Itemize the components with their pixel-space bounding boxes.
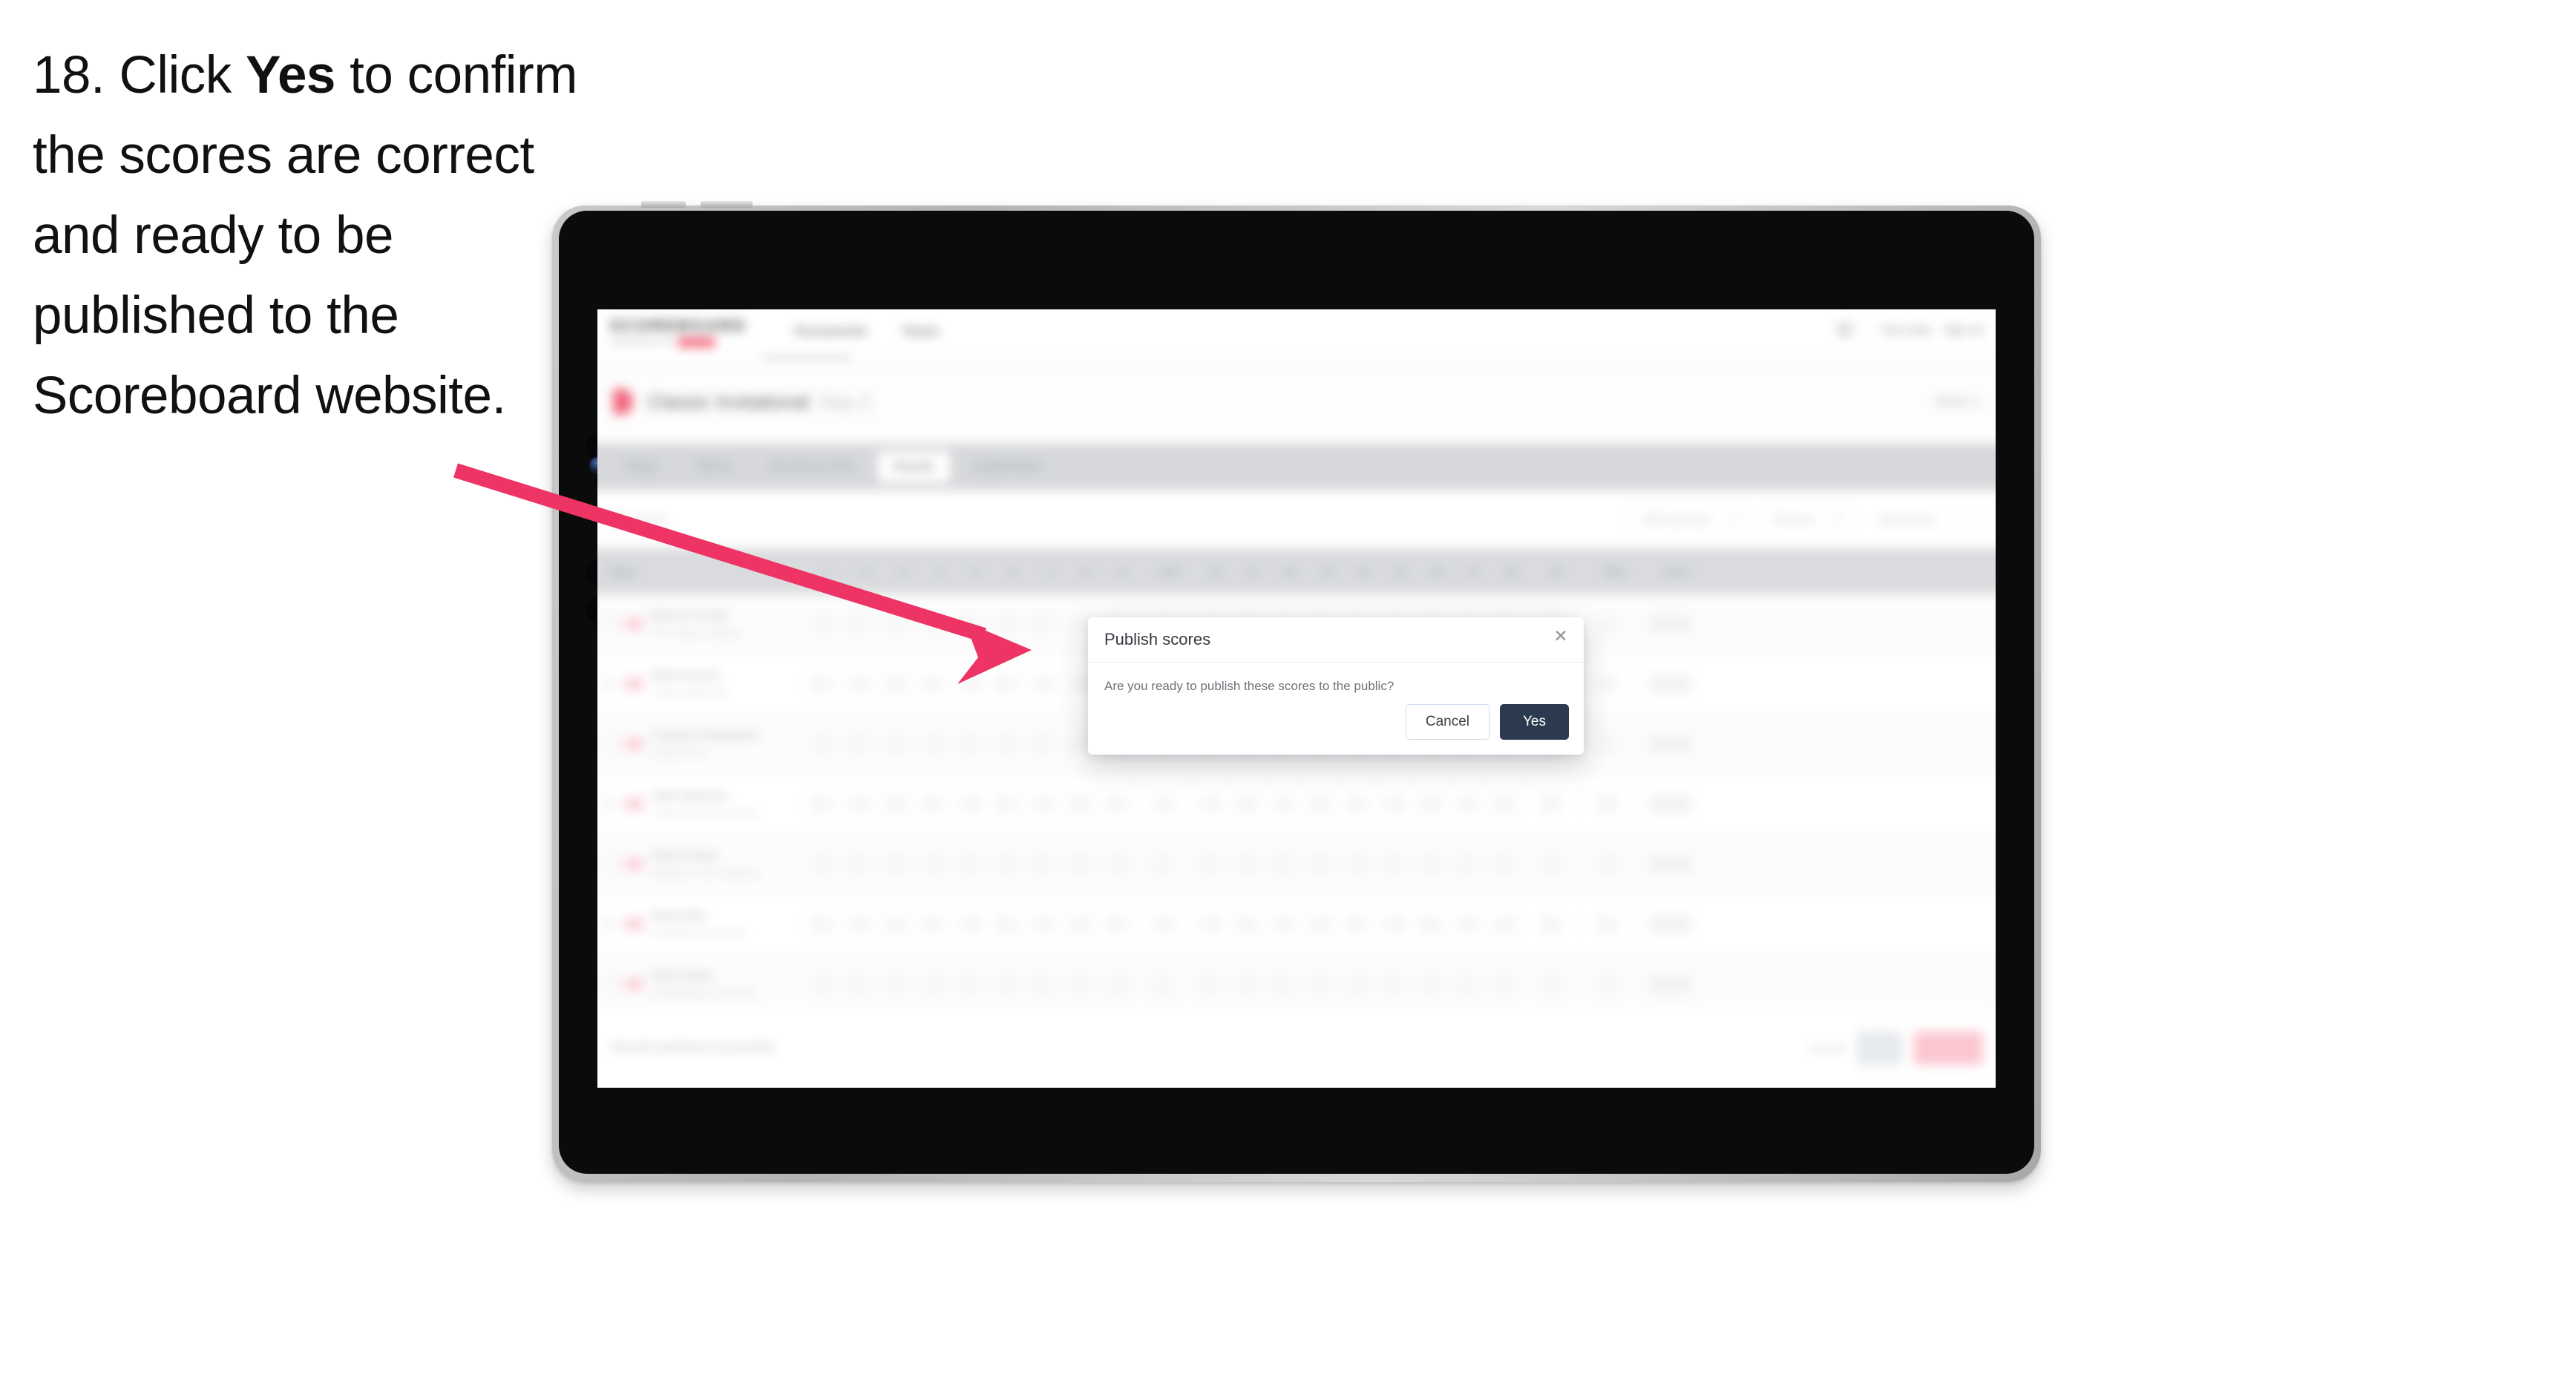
dialog-header: Publish scores ✕ [1088,617,1584,663]
dialog-body: Are you ready to publish these scores to… [1088,663,1584,694]
close-icon[interactable]: ✕ [1551,626,1570,646]
tablet-button-nub [701,201,753,208]
dialog-footer: Cancel Yes [1405,704,1569,740]
instruction-before-bold: Click [119,46,246,105]
tablet-device: SCOREBOARD POWERED BY GOLF Tournaments Te… [552,201,2041,1182]
yes-button[interactable]: Yes [1500,704,1569,740]
tablet-button-nub [641,201,686,208]
publish-scores-dialog: Publish scores ✕ Are you ready to publis… [1088,617,1584,755]
step-number: 18. [33,46,105,105]
instruction-text: 18. Click Yes to confirm the scores are … [33,36,582,436]
tablet-screen: SCOREBOARD POWERED BY GOLF Tournaments Te… [597,309,1996,1088]
tablet-bezel: SCOREBOARD POWERED BY GOLF Tournaments Te… [559,211,2034,1174]
dialog-title: Publish scores [1104,630,1211,648]
dialog-message: Are you ready to publish these scores to… [1104,679,1394,693]
cancel-button[interactable]: Cancel [1405,704,1489,740]
instruction-bold-word: Yes [246,46,335,105]
